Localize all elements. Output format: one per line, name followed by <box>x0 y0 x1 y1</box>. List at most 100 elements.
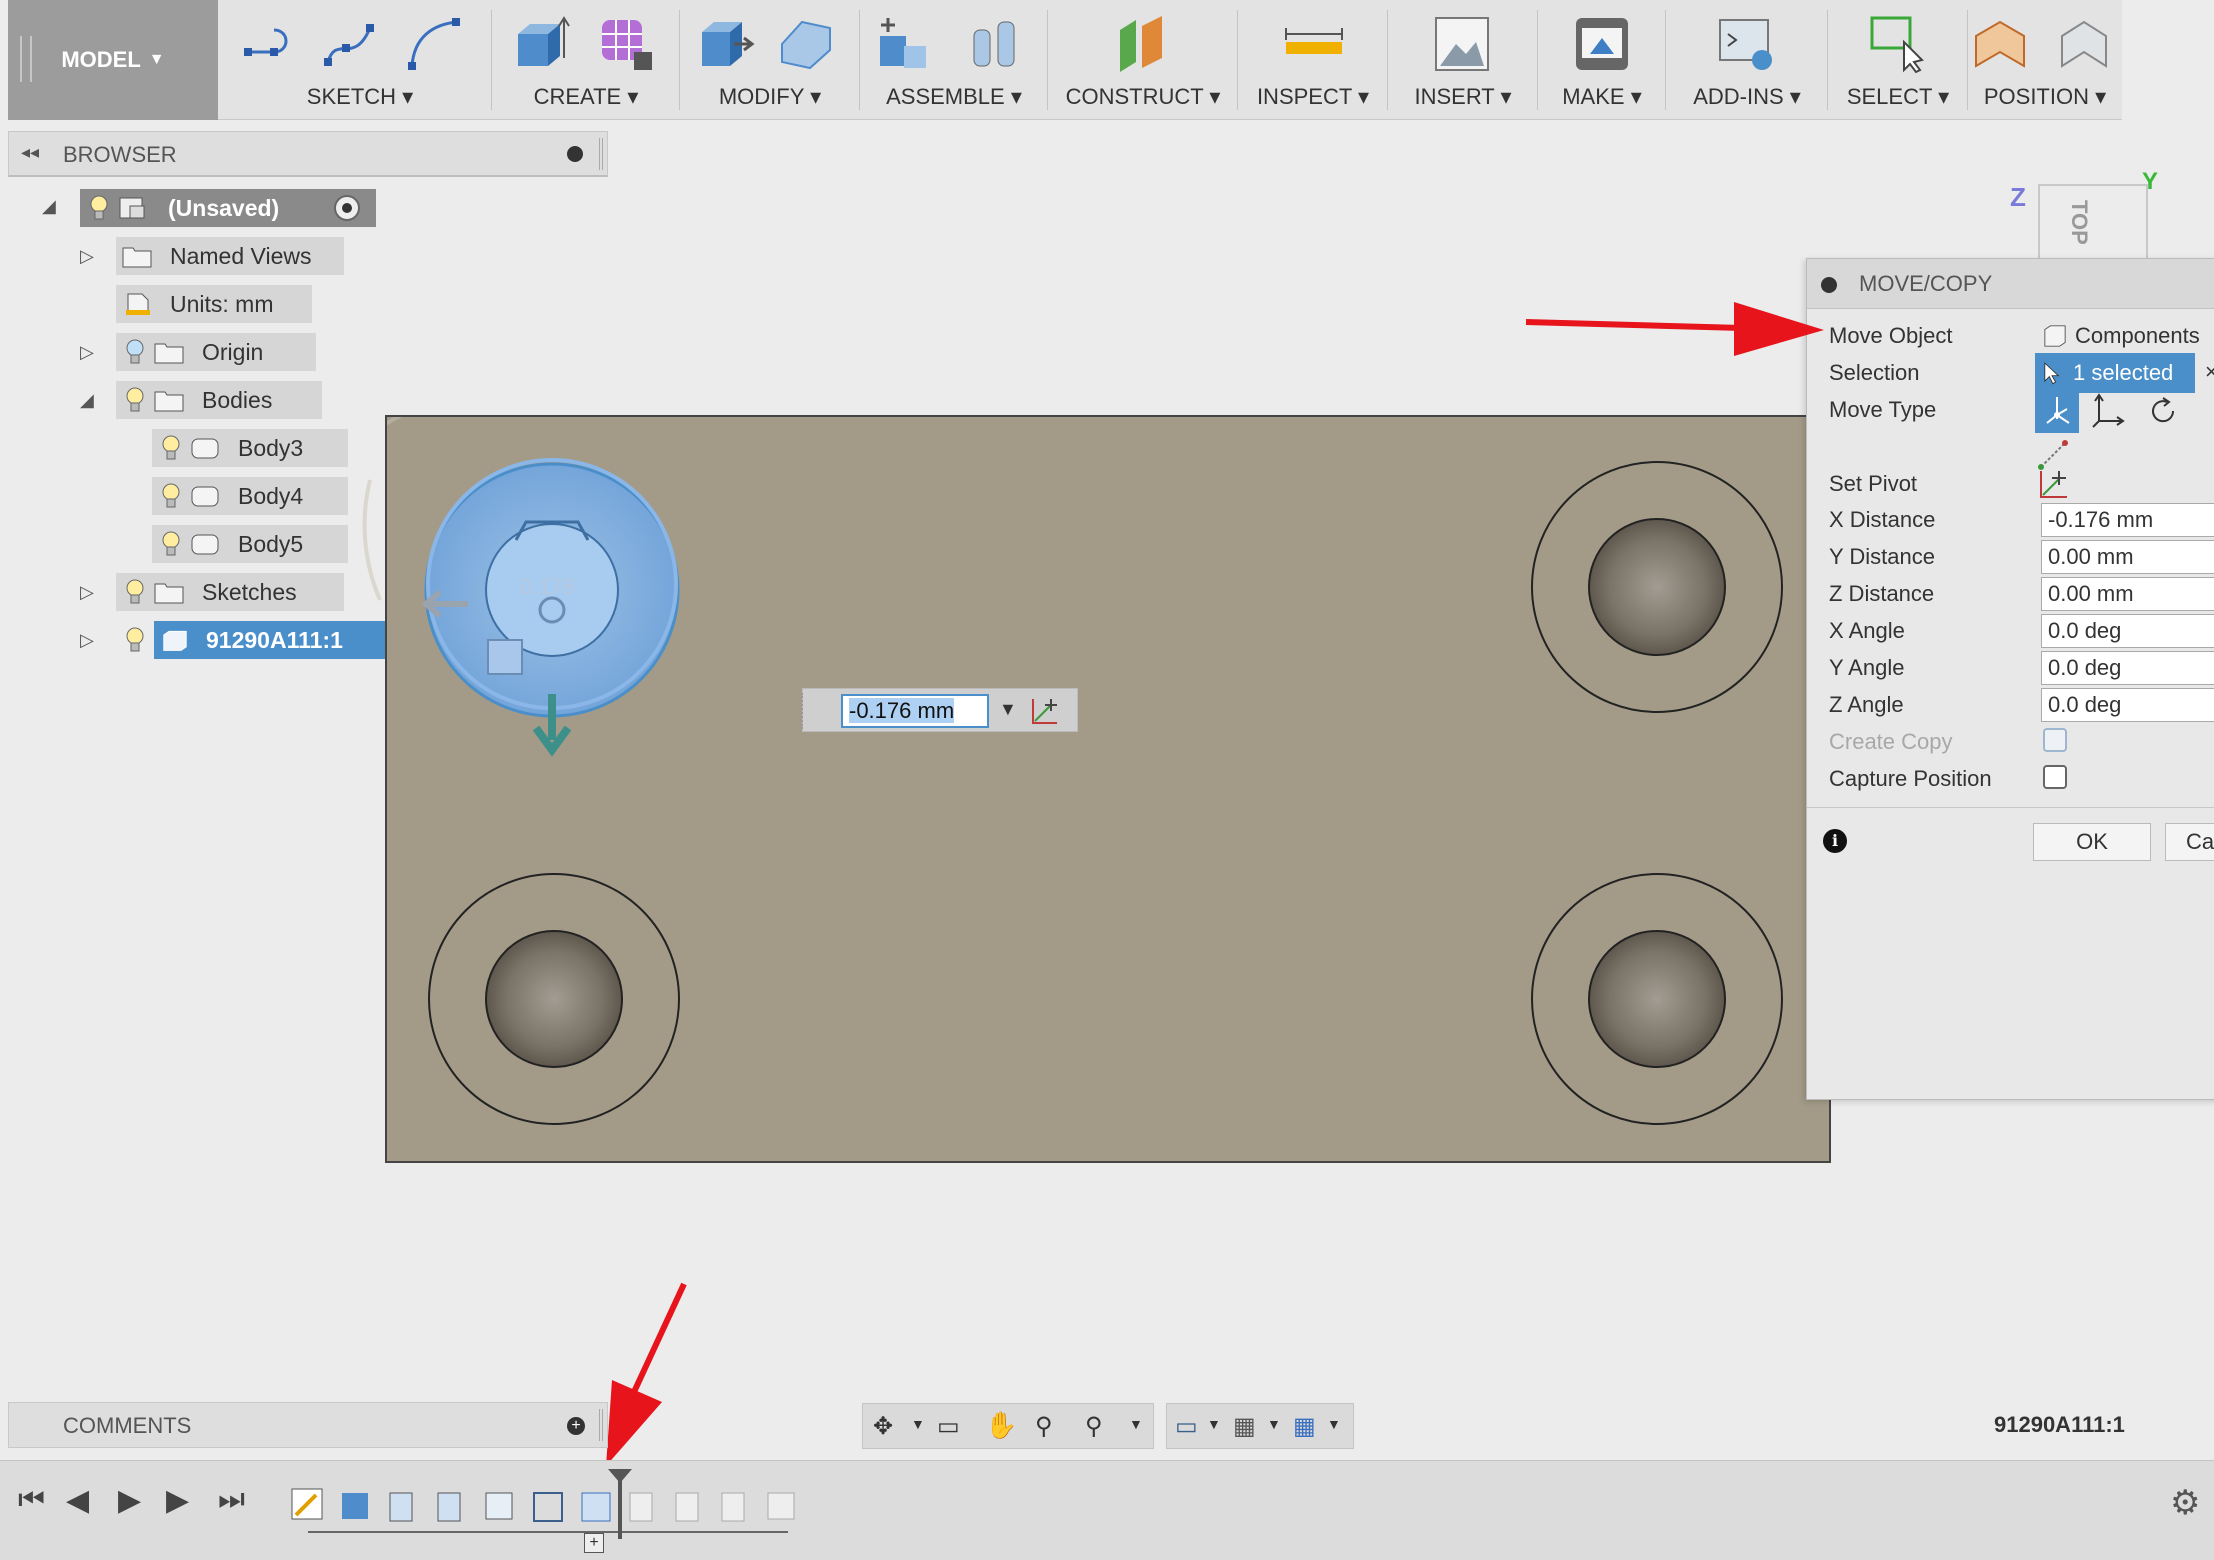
folder-icon <box>154 583 184 604</box>
settings-gear-icon[interactable]: ⚙ <box>2170 1483 2200 1523</box>
free-move-button[interactable] <box>2035 389 2079 433</box>
activate-radio-icon[interactable] <box>334 195 360 221</box>
tree-item-origin[interactable]: Origin <box>116 333 316 371</box>
lightbulb-icon[interactable] <box>126 579 144 605</box>
x-distance-label: X Distance <box>1829 507 1936 532</box>
play-icon[interactable]: ▶ <box>118 1483 141 1518</box>
timeline-marker[interactable] <box>618 1477 622 1539</box>
collapse-triangle-icon[interactable]: ◢ <box>80 390 94 411</box>
set-pivot-icon[interactable] <box>2035 467 2071 503</box>
set-pivot-icon[interactable] <box>1029 695 1061 727</box>
chevron-down-icon[interactable]: ▼ <box>911 1416 925 1432</box>
x-angle-input[interactable]: 0.0 deg <box>2041 614 2214 648</box>
capture-position-checkbox[interactable] <box>2043 765 2067 789</box>
lightbulb-icon[interactable] <box>126 339 144 365</box>
make-group[interactable]: MAKE ▾ <box>1538 0 1666 120</box>
go-to-end-icon[interactable]: ⏭ <box>218 1483 245 1517</box>
minimize-icon[interactable] <box>567 146 583 162</box>
create-group[interactable]: CREATE ▾ <box>492 0 680 120</box>
assemble-group[interactable]: ASSEMBLE ▾ <box>860 0 1048 120</box>
tree-item-body5[interactable]: Body5 <box>152 525 348 563</box>
create-copy-checkbox[interactable] <box>2043 728 2067 752</box>
timeline-group-icon[interactable]: + <box>584 1533 604 1553</box>
cancel-button[interactable]: Ca <box>2165 823 2214 861</box>
expand-triangle-icon[interactable]: ◢ <box>42 196 56 217</box>
lightbulb-icon[interactable] <box>90 195 108 221</box>
viewcube-face[interactable]: TOP <box>2038 184 2148 260</box>
construct-group[interactable]: CONSTRUCT ▾ <box>1048 0 1238 120</box>
select-group[interactable]: SELECT ▾ <box>1828 0 1968 120</box>
zoom-icon[interactable]: ⚲ <box>1035 1412 1053 1441</box>
tree-root-node[interactable]: (Unsaved) <box>80 189 376 227</box>
timeline-marker-head-icon[interactable] <box>608 1469 632 1483</box>
grid-icon[interactable]: ▦ <box>1233 1412 1256 1441</box>
position-group[interactable]: POSITION ▾ <box>1968 0 2122 120</box>
tree-item-sketches[interactable]: Sketches <box>116 573 344 611</box>
orbit-icon[interactable]: ✥ <box>873 1412 893 1441</box>
translate-icon[interactable] <box>2089 393 2125 429</box>
chevron-down-icon[interactable]: ▼ <box>1129 1416 1143 1432</box>
tree-item-body3[interactable]: Body3 <box>152 429 348 467</box>
z-distance-input[interactable]: 0.00 mm <box>2041 577 2214 611</box>
expand-triangle-icon[interactable]: ▷ <box>80 246 94 267</box>
body-icon <box>191 486 219 507</box>
select-label: SELECT ▾ <box>1846 84 1950 109</box>
lightbulb-icon[interactable] <box>126 627 144 653</box>
chevron-down-icon[interactable]: ▼ <box>999 699 1017 720</box>
expand-triangle-icon[interactable]: ▷ <box>80 582 94 603</box>
pan-hand-icon[interactable]: ✋ <box>985 1410 1017 1441</box>
collapse-panel-icon[interactable]: ◂◂ <box>21 142 39 163</box>
selection-button[interactable]: 1 selected <box>2035 353 2195 393</box>
move-object-dropdown[interactable]: Components <box>2035 317 2214 355</box>
expand-triangle-icon[interactable]: ▷ <box>80 342 94 363</box>
grip-icon[interactable] <box>801 693 807 729</box>
collapse-dialog-icon[interactable] <box>1821 277 1837 293</box>
clear-selection-icon[interactable]: × <box>2205 359 2214 385</box>
tree-item-bodies[interactable]: Bodies <box>116 381 322 419</box>
ok-button[interactable]: OK <box>2033 823 2151 861</box>
tree-item-named-views[interactable]: Named Views <box>116 237 344 275</box>
tree-item-units[interactable]: Units: mm <box>116 285 312 323</box>
timeline-features[interactable] <box>290 1485 810 1529</box>
tree-item-body4[interactable]: Body4 <box>152 477 348 515</box>
rotate-icon[interactable] <box>2145 393 2181 429</box>
workspace-model-button[interactable]: MODEL ▼ <box>8 0 218 120</box>
modify-group[interactable]: MODIFY ▾ <box>680 0 860 120</box>
fit-icon[interactable]: ⚲ <box>1085 1412 1103 1441</box>
modify-label: MODIFY ▾ <box>718 84 822 109</box>
x-distance-input[interactable]: -0.176 mm <box>2041 503 2214 537</box>
inspect-group[interactable]: INSPECT ▾ <box>1238 0 1388 120</box>
panel-grip-icon[interactable] <box>599 1409 603 1441</box>
go-to-start-icon[interactable]: ⏮ <box>18 1483 45 1517</box>
lightbulb-icon[interactable] <box>162 483 180 509</box>
lightbulb-icon[interactable] <box>162 435 180 461</box>
expand-triangle-icon[interactable]: ▷ <box>80 630 94 651</box>
chevron-down-icon[interactable]: ▼ <box>1207 1416 1221 1432</box>
look-at-icon[interactable]: ▭ <box>937 1412 960 1441</box>
chevron-down-icon[interactable]: ▼ <box>1327 1416 1341 1432</box>
chevron-down-icon[interactable]: ▼ <box>1267 1416 1281 1432</box>
step-back-icon[interactable]: ◀ <box>66 1483 89 1518</box>
add-comment-icon[interactable]: + <box>567 1417 585 1435</box>
selected-component[interactable] <box>340 440 740 780</box>
panel-grip-icon[interactable] <box>599 138 603 170</box>
lightbulb-icon[interactable] <box>126 387 144 413</box>
dialog-header[interactable]: MOVE/COPY <box>1807 259 2214 309</box>
viewcube[interactable]: Z Y TOP <box>2010 168 2158 260</box>
z-angle-input[interactable]: 0.0 deg <box>2041 688 2214 722</box>
addins-group[interactable]: ADD-INS ▾ <box>1666 0 1828 120</box>
step-forward-icon[interactable]: ▶ <box>166 1483 189 1518</box>
insert-group[interactable]: INSERT ▾ <box>1388 0 1538 120</box>
display-settings-icon[interactable]: ▭ <box>1175 1412 1198 1441</box>
y-distance-label: Y Distance <box>1829 544 1935 569</box>
y-angle-input[interactable]: 0.0 deg <box>2041 651 2214 685</box>
sketch-group[interactable]: SKETCH ▾ <box>228 0 492 120</box>
inline-distance-input[interactable]: -0.176 mm <box>841 694 989 728</box>
browser-panel-header[interactable]: ◂◂ BROWSER <box>8 131 608 177</box>
lightbulb-icon[interactable] <box>162 531 180 557</box>
viewports-icon[interactable]: ▦ <box>1293 1412 1316 1441</box>
y-distance-input[interactable]: 0.00 mm <box>2041 540 2214 574</box>
info-icon[interactable]: i <box>1823 829 1847 853</box>
comments-panel-header[interactable]: COMMENTS + <box>8 1402 608 1448</box>
chevron-down-icon: ▼ <box>148 51 165 68</box>
